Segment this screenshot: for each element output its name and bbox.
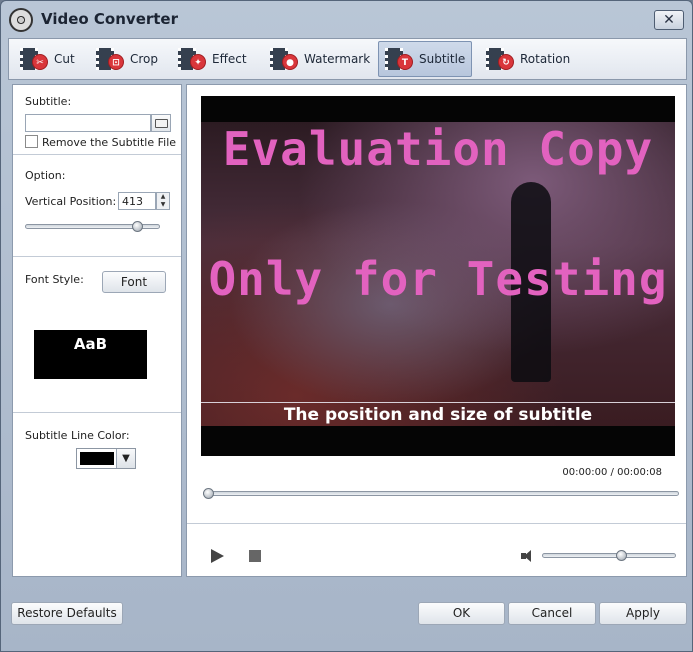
- play-icon[interactable]: [211, 549, 224, 563]
- tab-crop-label: Crop: [130, 52, 159, 66]
- apply-button[interactable]: Apply: [599, 602, 687, 625]
- spin-down-icon[interactable]: ▼: [157, 201, 169, 209]
- current-time: 00:00:00: [562, 467, 608, 478]
- video-frame: Evaluation Copy Only for Testing: [201, 122, 675, 426]
- tab-effect-label: Effect: [212, 52, 247, 66]
- edit-toolbar: ✂ Cut ⊡ Crop ✦ Effect ● Watermark T Subt…: [8, 38, 687, 80]
- watermark-icon: ●: [270, 46, 300, 72]
- line-color-swatch: [80, 452, 114, 465]
- tab-subtitle-label: Subtitle: [419, 52, 466, 66]
- font-preview: AaB: [34, 330, 147, 379]
- scissors-icon: ✂: [20, 46, 50, 72]
- tab-crop[interactable]: ⊡ Crop: [89, 41, 165, 77]
- subtitle-label: Subtitle:: [25, 95, 72, 108]
- subtitle-position-line[interactable]: [201, 402, 675, 403]
- tab-cut-label: Cut: [54, 52, 75, 66]
- volume-icon[interactable]: [521, 550, 535, 562]
- folder-icon: [155, 119, 168, 128]
- font-button[interactable]: Font: [102, 271, 166, 293]
- video-converter-window: Video Converter ✕ ✂ Cut ⊡ Crop ✦ Effect …: [0, 0, 693, 652]
- remove-subtitle-checkbox[interactable]: [25, 135, 38, 148]
- subtitle-file-input[interactable]: [25, 114, 151, 132]
- chevron-down-icon[interactable]: ▼: [116, 449, 135, 468]
- remove-subtitle-label: Remove the Subtitle File: [42, 136, 177, 149]
- ok-button[interactable]: OK: [418, 602, 505, 625]
- watermark-line-1: Evaluation Copy: [222, 122, 654, 176]
- restore-defaults-button[interactable]: Restore Defaults: [11, 602, 123, 625]
- video-preview-panel: Evaluation Copy Only for Testing The pos…: [186, 84, 687, 577]
- vertical-position-thumb[interactable]: [132, 221, 143, 232]
- subtitle-settings-panel: Subtitle: Remove the Subtitle File Optio…: [12, 84, 182, 577]
- tab-effect[interactable]: ✦ Effect: [171, 41, 254, 77]
- subtitle-preview-text: The position and size of subtitle: [283, 405, 593, 425]
- time-display: 00:00:00 / 00:00:08: [562, 467, 662, 478]
- film-reel-icon: [9, 8, 33, 32]
- vertical-position-input[interactable]: 413: [118, 192, 156, 210]
- tab-rotation[interactable]: ↻ Rotation: [479, 41, 577, 77]
- total-time: 00:00:08: [617, 467, 662, 478]
- vertical-position-stepper[interactable]: ▲ ▼: [156, 192, 170, 210]
- effect-icon: ✦: [178, 46, 208, 72]
- browse-button[interactable]: [151, 114, 171, 132]
- crop-icon: ⊡: [96, 46, 126, 72]
- font-style-label: Font Style:: [25, 273, 84, 286]
- stop-icon[interactable]: [249, 550, 261, 562]
- tab-watermark[interactable]: ● Watermark: [263, 41, 377, 77]
- volume-thumb[interactable]: [615, 550, 627, 561]
- option-label: Option:: [25, 169, 66, 182]
- rotation-icon: ↻: [486, 46, 516, 72]
- spin-up-icon[interactable]: ▲: [157, 193, 169, 201]
- seek-slider[interactable]: [203, 491, 679, 496]
- tab-subtitle[interactable]: T Subtitle: [378, 41, 473, 77]
- seek-thumb[interactable]: [203, 488, 214, 499]
- cancel-button[interactable]: Cancel: [508, 602, 596, 625]
- time-separator: /: [610, 467, 614, 478]
- vertical-position-label: Vertical Position:: [25, 195, 117, 208]
- line-color-dropdown[interactable]: ▼: [76, 448, 136, 469]
- subtitle-icon: T: [385, 46, 415, 72]
- tab-cut[interactable]: ✂ Cut: [13, 41, 82, 77]
- video-preview: Evaluation Copy Only for Testing The pos…: [201, 96, 675, 456]
- volume-slider[interactable]: [542, 553, 676, 558]
- title-bar: Video Converter ✕: [1, 1, 692, 37]
- tab-rotation-label: Rotation: [520, 52, 571, 66]
- window-title: Video Converter: [41, 10, 179, 28]
- line-color-label: Subtitle Line Color:: [25, 429, 130, 442]
- tab-watermark-label: Watermark: [304, 52, 371, 66]
- close-button[interactable]: ✕: [654, 10, 684, 30]
- watermark-line-2: Only for Testing: [208, 252, 668, 306]
